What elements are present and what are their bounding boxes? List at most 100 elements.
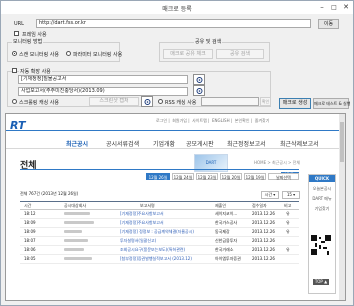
quick-item[interactable]: 오늘본공시 <box>309 186 335 192</box>
move-button[interactable]: 이동 <box>318 19 339 29</box>
row-time: 18:09 <box>24 229 36 234</box>
auto-extend-label: 자동 확장 사용 <box>19 68 52 75</box>
signup-link[interactable]: 회원가입 <box>172 118 187 123</box>
row-report[interactable]: [기재정정]주요사항보고서 <box>120 211 164 217</box>
topbar-links: 로그인 | 회원가입 | 사이트맵 | ENGLISH | 본인확인 | 즐겨찾… <box>156 118 270 123</box>
row-report[interactable]: [기재정정] 정정보 : 공급계약체결(자율공시) <box>120 229 194 235</box>
maximize-button[interactable]: □ <box>329 3 339 12</box>
row-report[interactable]: [기재정정]주요사항보고서 <box>120 220 164 226</box>
login-link[interactable]: 로그인 <box>156 118 167 123</box>
english-link[interactable]: ENGLISH <box>212 118 230 123</box>
company-name-redacted[interactable] <box>64 212 90 215</box>
window-title: 매크로 등록 <box>162 6 192 13</box>
gear-icon <box>196 88 203 94</box>
param-monitor-label: 파라미터 모니터링 사용 <box>73 52 123 58</box>
scrolling-cache-radio[interactable] <box>12 99 17 104</box>
url-input[interactable]: http://dart.fss.or.kr <box>36 19 311 28</box>
nav-document-search[interactable]: 공시서류검색 <box>106 139 139 148</box>
qr-code-icon <box>311 235 331 255</box>
tab-date-4[interactable]: 12월 19일 <box>244 173 266 180</box>
web-preview[interactable]: RT 로그인 | 회원가입 | 사이트맵 | ENGLISH | 본인확인 | … <box>5 113 346 301</box>
nav-recent-disclosure[interactable]: 최근공시 <box>66 139 88 148</box>
favorite-link[interactable]: 즐겨찾기 <box>255 118 270 123</box>
page-size-select[interactable]: 15 ▾ <box>282 191 300 199</box>
rss-field[interactable] <box>201 97 259 106</box>
tab-date-3[interactable]: 12월 20일 <box>220 173 242 180</box>
test-run-macro-button[interactable]: 매크로 테스트 & 실행 <box>313 98 350 109</box>
nav-company-overview[interactable]: 기업개황 <box>153 139 175 148</box>
sort-select[interactable]: 시간 ▾ <box>261 191 279 199</box>
keyword-field-1[interactable]: [기재정정]질물공고서 <box>18 75 188 84</box>
row-submitter: 한국가스공사 <box>215 220 238 225</box>
settings-button-2[interactable] <box>193 85 205 96</box>
scroll-thumb[interactable] <box>340 122 344 162</box>
row-note: 유 <box>286 247 290 252</box>
vertical-scrollbar[interactable] <box>339 114 345 300</box>
row-date: 2013.12.26 <box>252 256 275 261</box>
row-submitter: 동국제강 <box>215 229 230 234</box>
nav-public-offering[interactable]: 공모게시판 <box>186 139 214 148</box>
auto-extend-checkbox[interactable] <box>12 68 17 73</box>
tab-date-0[interactable]: 12월 26일 <box>146 173 170 180</box>
macro-register-window: 매크로 등록 – □ ✕ URL http://dart.fss.or.kr 이… <box>0 0 354 306</box>
row-time: 18:09 <box>24 220 36 225</box>
result-count: 전체 767건 (2013년 12월 26일) <box>20 191 79 196</box>
row-time: 18:07 <box>24 238 36 243</box>
row-report[interactable]: 조회공시요구(풍문또는보도)(특허관련) <box>120 247 185 253</box>
gear-icon <box>196 77 203 83</box>
company-name-redacted[interactable] <box>64 230 82 233</box>
gear-icon <box>144 99 151 105</box>
rss-confirm-button[interactable]: 확인 <box>260 97 271 106</box>
close-button[interactable]: ✕ <box>341 3 351 12</box>
quick-panel: QUICK 오늘본공시 DART 메뉴 기업찾기 TOP ▲ <box>308 174 336 294</box>
nav-recent-deletion[interactable]: 최근삭제보고서 <box>280 139 319 148</box>
company-name-redacted[interactable] <box>64 221 94 224</box>
scan-monitor-radio[interactable] <box>12 51 17 56</box>
nav-recent-correction[interactable]: 최근정정보고서 <box>227 139 266 148</box>
company-name-redacted[interactable] <box>64 239 88 242</box>
verify-link[interactable]: 본인확인 <box>235 118 250 123</box>
row-note: 유 <box>286 211 290 216</box>
quick-title: QUICK <box>309 175 335 182</box>
company-name-redacted[interactable] <box>64 248 84 251</box>
share-group-label: 공유 및 검색 <box>194 38 223 45</box>
sitemap-link[interactable]: 사이트맵 <box>192 118 207 123</box>
row-time: 18:06 <box>24 247 36 252</box>
frame-use-label: 프레임 사용 <box>22 32 47 38</box>
row-submitter: 세이지코이... <box>215 211 238 216</box>
row-note: 유 <box>286 220 290 225</box>
url-label: URL <box>14 21 24 27</box>
create-macro-button[interactable]: 매크로 생성 <box>279 98 311 109</box>
frame-use-checkbox[interactable] <box>14 31 19 36</box>
param-monitor-radio[interactable] <box>66 51 71 56</box>
row-report[interactable]: 투자설명서(일괄신고) <box>120 238 156 244</box>
row-date: 2013.12.26 <box>252 229 275 234</box>
rss-cache-radio[interactable] <box>158 99 163 104</box>
tab-date-2[interactable]: 12월 23일 <box>196 173 218 180</box>
breadcrumb: HOME > 최근공시 > 전체 <box>254 160 301 165</box>
table-row[interactable]: 18:05 [첨부정정]증권발행실적보고서 (2013.12) 아이엠투자증권 201… <box>20 254 299 264</box>
tab-date-select[interactable]: 날짜선택 <box>268 173 299 180</box>
settings-button-1[interactable] <box>193 74 205 85</box>
row-date: 2013.12.26 <box>252 220 275 225</box>
quick-item[interactable]: 기업찾기 <box>309 206 335 212</box>
share-check-button[interactable]: 매크로 공유 체크 <box>163 49 213 59</box>
top-button[interactable]: TOP ▲ <box>313 279 329 285</box>
minimize-button[interactable]: – <box>317 3 327 12</box>
row-submitter: 한국거래소 <box>215 247 234 252</box>
quick-item[interactable]: DART 메뉴 <box>309 196 335 202</box>
monitoring-group-label: 모니터링 방법 <box>12 38 44 45</box>
row-submitter: 신한금융투자 <box>215 238 238 243</box>
share-search-button[interactable]: 공유 검색 <box>216 49 264 59</box>
company-name-redacted[interactable] <box>64 257 92 260</box>
tab-date-1[interactable]: 12월 24일 <box>172 173 194 180</box>
row-report[interactable]: [첨부정정]증권발행실적보고서 (2013.12) <box>120 256 192 262</box>
settings-button-3[interactable] <box>141 96 153 107</box>
title-bar: 매크로 등록 – □ ✕ <box>1 1 353 14</box>
row-time: 18:12 <box>24 211 36 216</box>
row-date: 2013.12.26 <box>252 238 275 243</box>
keyword-field-2[interactable]: 사업보고서(주주미진충당서)(2013.09) <box>18 87 188 96</box>
row-date: 2013.12.26 <box>252 211 275 216</box>
screenshot-capture-button[interactable]: 스크린샷 캡처 <box>89 97 139 106</box>
row-submitter: 아이엠투자증권 <box>215 256 241 261</box>
